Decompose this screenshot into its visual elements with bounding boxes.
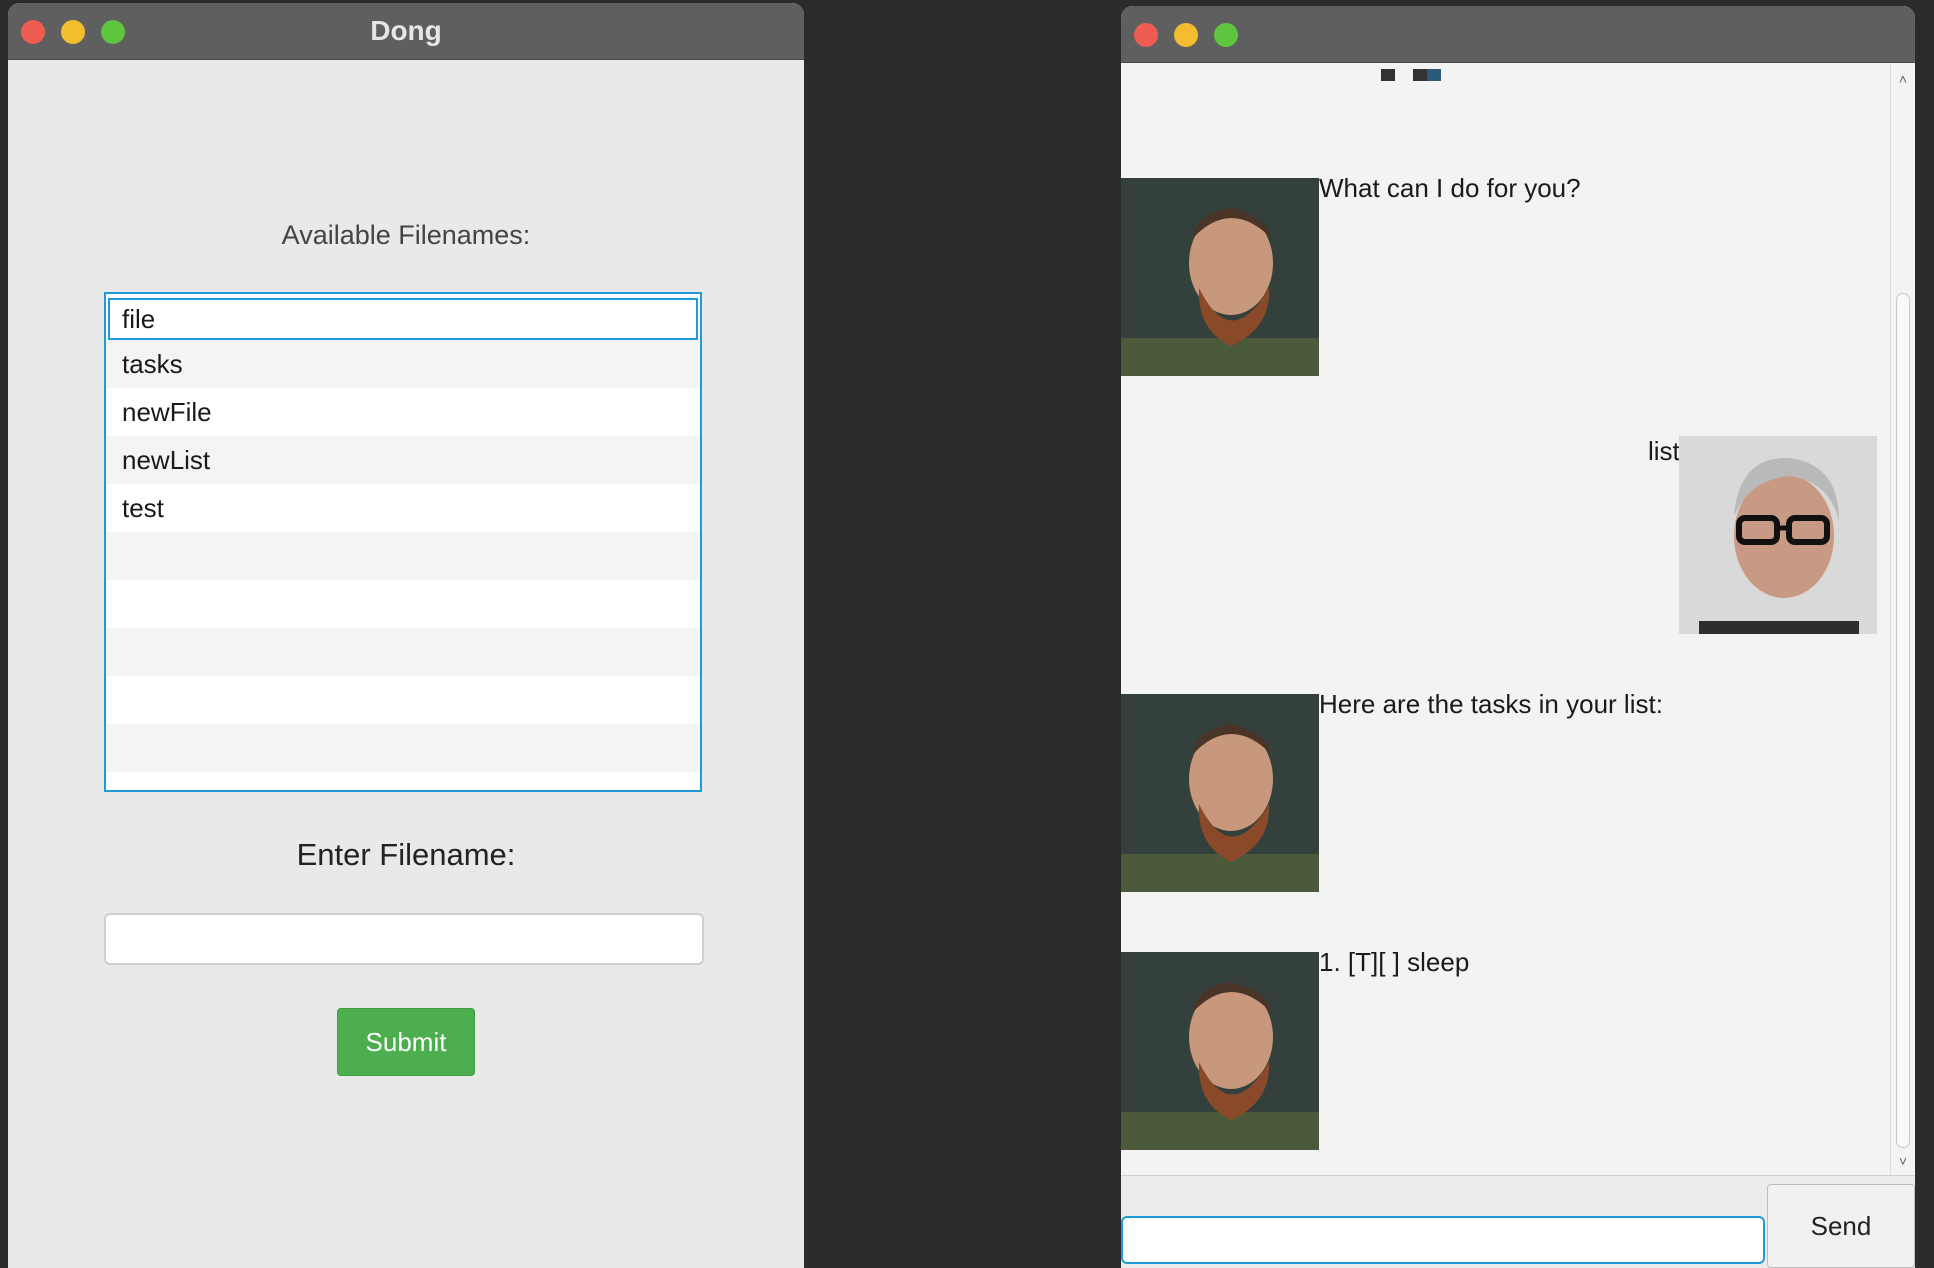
message-text: list bbox=[1648, 436, 1680, 466]
scroll-up-arrow-icon[interactable]: ˄ bbox=[1897, 72, 1909, 86]
chat-input-bar: Send bbox=[1121, 1175, 1915, 1268]
bot-avatar bbox=[1121, 178, 1319, 376]
send-button[interactable]: Send bbox=[1767, 1184, 1915, 1268]
filename-panel: Available Filenames: file tasks newFile … bbox=[8, 60, 804, 1268]
filename-list-item[interactable]: newFile bbox=[106, 388, 700, 436]
empty-list-row bbox=[106, 532, 700, 580]
scroll-thumb[interactable] bbox=[1896, 293, 1910, 1148]
filename-list-item[interactable]: file bbox=[108, 298, 698, 340]
filename-input[interactable] bbox=[104, 913, 704, 965]
scroll-down-arrow-icon[interactable]: ˅ bbox=[1897, 1154, 1909, 1168]
window-title: Dong bbox=[370, 15, 442, 46]
chat-window: What can I do for you? list Here are the… bbox=[1121, 6, 1915, 1268]
enter-filename-label: Enter Filename: bbox=[296, 837, 516, 872]
bot-avatar bbox=[1121, 952, 1319, 1150]
filename-list-item[interactable]: newList bbox=[106, 436, 700, 484]
maximize-window-button[interactable] bbox=[1214, 23, 1238, 47]
title-bar: Dong bbox=[8, 3, 804, 60]
vertical-scrollbar[interactable]: ˄ ˅ bbox=[1890, 63, 1915, 1175]
user-avatar bbox=[1679, 436, 1877, 634]
chat-input[interactable] bbox=[1121, 1216, 1765, 1264]
submit-button[interactable]: Submit bbox=[337, 1008, 475, 1076]
title-bar bbox=[1121, 6, 1915, 63]
available-filenames-label: Available Filenames: bbox=[281, 220, 531, 250]
message-text: What can I do for you? bbox=[1319, 173, 1581, 203]
empty-list-row bbox=[106, 676, 700, 724]
message-text: 1. [T][ ] sleep bbox=[1319, 947, 1470, 977]
empty-list-row bbox=[106, 580, 700, 628]
close-window-button[interactable] bbox=[1134, 23, 1158, 47]
minimize-window-button[interactable] bbox=[1174, 23, 1198, 47]
filename-list[interactable]: file tasks newFile newList test bbox=[104, 292, 702, 792]
filename-list-item[interactable]: tasks bbox=[106, 340, 700, 388]
empty-list-row bbox=[106, 628, 700, 676]
empty-list-row bbox=[106, 724, 700, 772]
filename-list-item[interactable]: test bbox=[106, 484, 700, 532]
bot-avatar bbox=[1121, 694, 1319, 892]
message-text: Here are the tasks in your list: bbox=[1319, 689, 1663, 719]
cropped-logo bbox=[1381, 69, 1441, 81]
filename-window: Dong Available Filenames: file tasks new… bbox=[8, 3, 804, 1268]
chat-dialog-area[interactable]: What can I do for you? list Here are the… bbox=[1121, 63, 1890, 1175]
